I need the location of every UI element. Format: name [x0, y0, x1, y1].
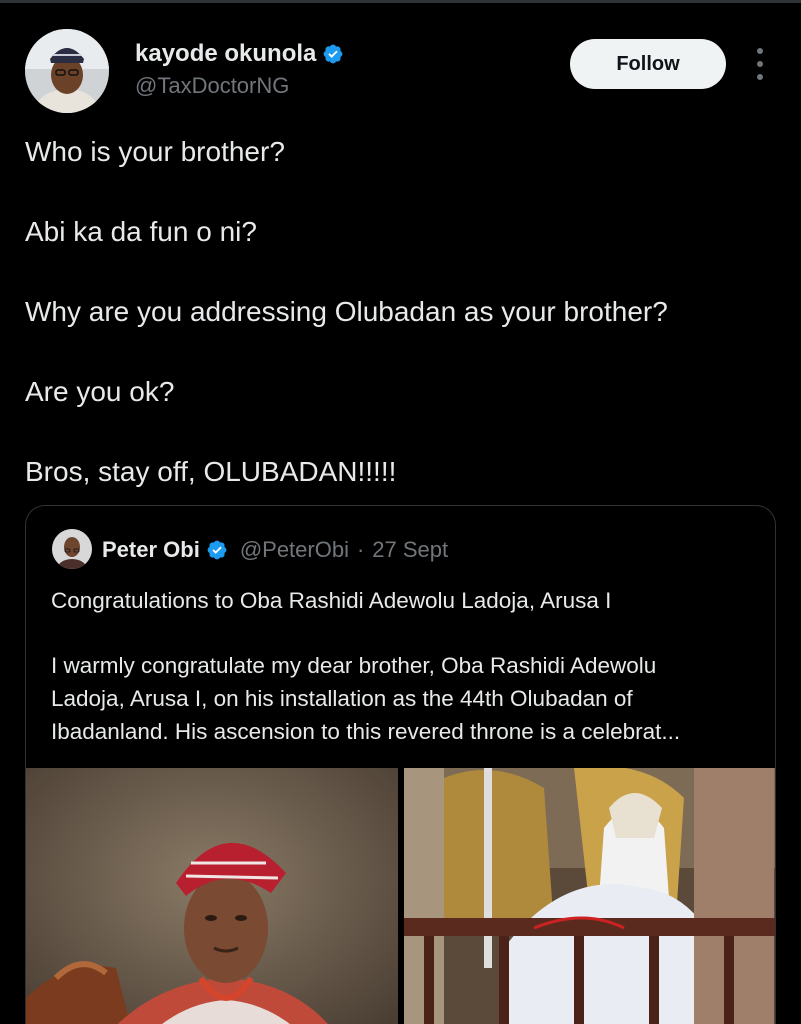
quote-text-line: Congratulations to Oba Rashidi Adewolu L…: [51, 588, 612, 613]
quote-author-avatar[interactable]: [52, 529, 92, 569]
verified-badge-icon: [323, 44, 343, 64]
author-name[interactable]: kayode okunola: [135, 40, 344, 68]
author-handle[interactable]: @TaxDoctorNG: [135, 73, 289, 99]
verified-badge-icon: [207, 540, 227, 560]
top-divider: [0, 0, 801, 3]
quote-avatar-image: [52, 529, 92, 569]
post-text-line: Are you ok?: [25, 376, 175, 407]
portrait-photo: [26, 768, 398, 1024]
author-avatar[interactable]: [25, 29, 109, 113]
ceremony-photo: [404, 768, 775, 1024]
more-options-icon[interactable]: [750, 48, 770, 80]
quote-date[interactable]: 27 Sept: [372, 537, 448, 563]
separator-dot: ·: [356, 537, 365, 562]
author-avatar-image: [25, 29, 109, 113]
quote-text-line: Ladoja, Arusa I, on his installation as …: [51, 686, 633, 711]
post-text-line: Abi ka da fun o ni?: [25, 216, 257, 247]
post-text-line: Why are you addressing Olubadan as your …: [25, 296, 668, 327]
quote-text-line: Ibadanland. His ascension to this revere…: [51, 719, 681, 744]
quote-header: Peter Obi @PeterObi · 27 Sept: [102, 537, 448, 563]
quote-media-portrait[interactable]: [26, 768, 398, 1024]
post-text-line: Bros, stay off, OLUBADAN!!!!!: [25, 456, 397, 487]
quote-author-handle[interactable]: @PeterObi: [240, 537, 349, 563]
follow-button[interactable]: Follow: [570, 39, 726, 89]
author-name-text: kayode okunola: [135, 40, 317, 67]
post-text-line: Who is your brother?: [25, 136, 285, 167]
quote-text-line: I warmly congratulate my dear brother, O…: [51, 653, 657, 678]
quote-author-name[interactable]: Peter Obi: [102, 537, 200, 563]
quoted-post-card[interactable]: Peter Obi @PeterObi · 27 Sept Congratula…: [25, 505, 776, 1024]
quote-media-ceremony[interactable]: [404, 768, 775, 1024]
